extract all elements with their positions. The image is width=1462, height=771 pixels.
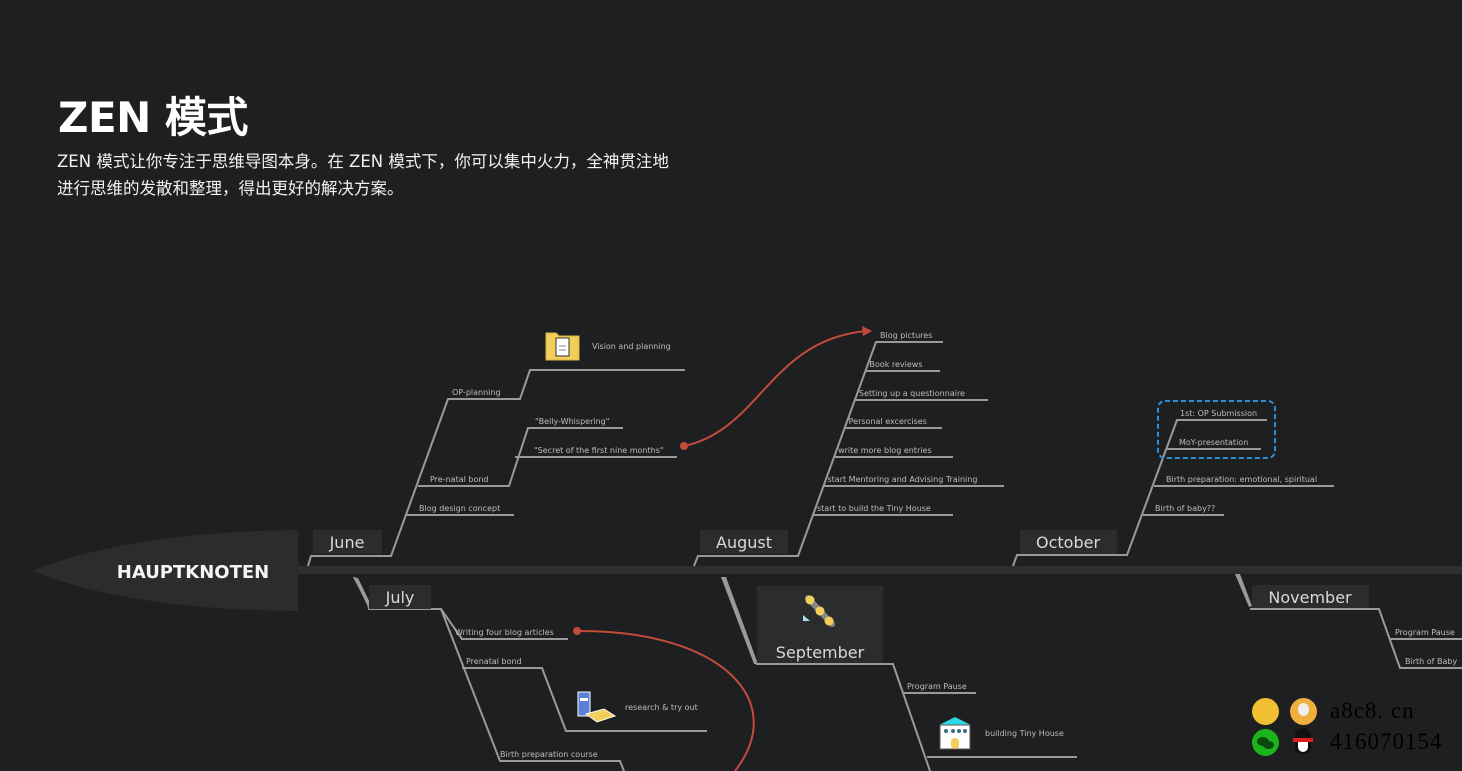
- topic-secret-nine-months[interactable]: "Secret of the first nine months": [534, 446, 664, 455]
- month-june[interactable]: June: [307, 369, 685, 567]
- topic-vision-planning[interactable]: Vision and planning: [592, 342, 671, 351]
- november-label: November: [1268, 588, 1352, 607]
- logo-badge-icon: [1252, 698, 1279, 725]
- month-september[interactable]: September: [721, 577, 1077, 771]
- topic-belly-whispering[interactable]: "Belly-Whispering": [535, 417, 609, 426]
- topic-august-item[interactable]: start to build the Tiny House: [817, 504, 931, 513]
- topic-op-planning[interactable]: OP-planning: [452, 388, 501, 397]
- wechat-icon: [1252, 729, 1279, 756]
- june-label: June: [329, 533, 365, 552]
- fishbone-spine: [298, 566, 1462, 574]
- mindmap-canvas[interactable]: HAUPTKNOTEN June OP-planning Vision and …: [0, 0, 1462, 771]
- topic-birth-of-baby-q[interactable]: Birth of baby??: [1155, 504, 1215, 513]
- watermark-qq: 416070154: [1330, 729, 1443, 754]
- relationship-line-july[interactable]: [576, 629, 755, 771]
- topic-research-try-out[interactable]: research & try out: [625, 703, 698, 712]
- relationship-start-dot-july: [573, 627, 581, 635]
- relationship-arrow-icon: [862, 326, 872, 336]
- topic-writing-blog[interactable]: Writing four blog articles: [455, 628, 554, 637]
- topic-august-item[interactable]: write more blog entries: [838, 446, 931, 455]
- topic-building-tiny-house[interactable]: building Tiny House: [985, 729, 1064, 738]
- topic-birth-prep-course[interactable]: Birth preparation course: [500, 750, 598, 759]
- relationship-line[interactable]: [683, 330, 867, 447]
- books-icon: [577, 691, 617, 723]
- topic-birth-of-baby[interactable]: Birth of Baby: [1405, 657, 1457, 666]
- month-november[interactable]: November: [1235, 574, 1462, 669]
- topic-prenatal-bond[interactable]: Pre-natal bond: [430, 475, 489, 484]
- root-label: HAUPTKNOTEN: [117, 562, 269, 583]
- topic-prenatal-bond-july[interactable]: Prenatal bond: [466, 657, 522, 666]
- avatar-icon: [1290, 698, 1317, 725]
- topic-august-item[interactable]: Blog pictures: [880, 331, 932, 340]
- july-label: July: [385, 588, 415, 607]
- topic-august-item[interactable]: Book reviews: [869, 360, 922, 369]
- september-branch: [756, 663, 931, 771]
- topic-august-item[interactable]: Setting up a questionnaire: [859, 389, 965, 398]
- topic-moy-presentation[interactable]: MoY-presentation: [1179, 438, 1248, 447]
- qq-penguin-icon: [1292, 728, 1314, 756]
- relationship-start-dot: [680, 442, 688, 450]
- september-label: September: [776, 643, 865, 662]
- topic-program-pause-sept[interactable]: Program Pause: [907, 682, 967, 691]
- topic-program-pause-nov[interactable]: Program Pause: [1395, 628, 1455, 637]
- topic-august-item[interactable]: start Mentoring and Advising Training: [828, 475, 978, 484]
- folder-document-icon: [545, 332, 580, 361]
- topic-august-item[interactable]: Personal excercises: [849, 417, 927, 426]
- october-label: October: [1036, 533, 1100, 552]
- house-icon: [939, 717, 971, 750]
- august-label: August: [716, 533, 772, 552]
- september-connector: [721, 577, 758, 664]
- november-connector: [1235, 574, 1252, 607]
- topic-birth-prep-emotional[interactable]: Birth preparation: emotional, spiritual: [1166, 475, 1317, 484]
- topic-blog-design[interactable]: Blog design concept: [419, 504, 500, 513]
- watermark: a8c8. cn 416070154: [1250, 697, 1460, 761]
- month-july[interactable]: July: [353, 576, 707, 771]
- topic-op-submission[interactable]: 1st: OP Submission: [1180, 409, 1257, 418]
- watermark-site: a8c8. cn: [1330, 698, 1415, 723]
- root-node[interactable]: HAUPTKNOTEN: [32, 530, 298, 611]
